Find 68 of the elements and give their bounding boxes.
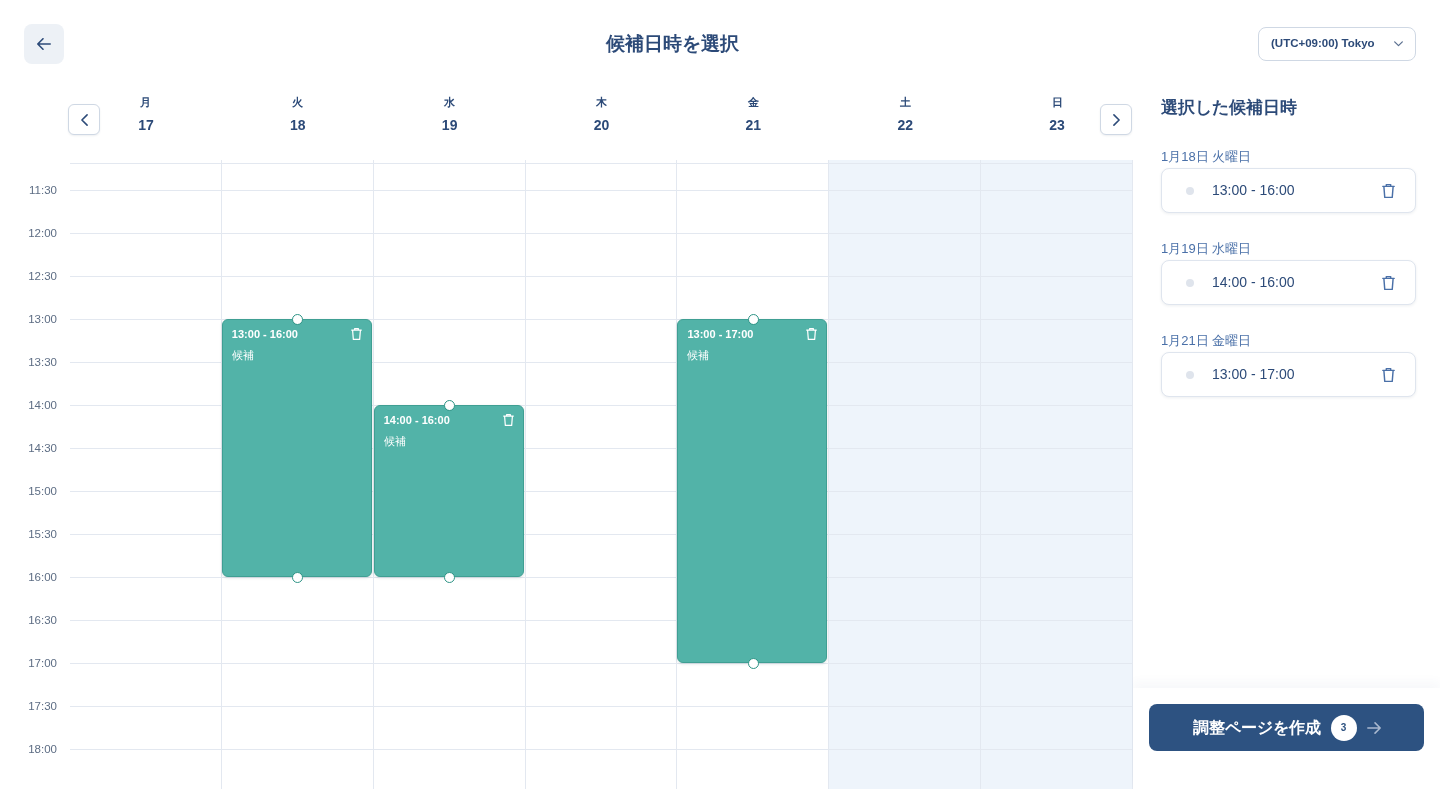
dot-icon	[1186, 186, 1194, 195]
time-label: 12:00	[28, 226, 57, 241]
event-block[interactable]: 14:00 - 16:00 候補	[373, 405, 524, 577]
chevron-left-icon	[80, 113, 88, 126]
trash-icon[interactable]	[1382, 366, 1395, 383]
event-label: 候補	[231, 348, 254, 363]
arrow-right-icon	[1366, 721, 1381, 734]
date-label: 23	[1049, 116, 1065, 134]
time-label: 17:00	[28, 656, 57, 671]
time-label: 11:30	[29, 183, 57, 198]
dot-icon	[1186, 278, 1194, 287]
date-heading: 1月19日 水曜日	[1161, 240, 1252, 258]
time-label: 14:30	[28, 441, 57, 456]
date-label: 21	[745, 116, 762, 134]
next-week-button[interactable]	[1100, 104, 1132, 135]
weekday-label: 土	[899, 95, 911, 110]
time-label: 12:30	[28, 269, 57, 284]
date-label: 20	[593, 116, 610, 134]
slot-time: 13:00 - 17:00	[1212, 365, 1296, 384]
time-label: 14:00	[28, 398, 57, 413]
date-label: 19	[441, 116, 458, 134]
count-badge: 3	[1330, 714, 1357, 741]
panel-title: 選択した候補日時	[1161, 97, 1298, 119]
back-button[interactable]	[24, 24, 64, 64]
event-label: 候補	[383, 434, 406, 449]
chevron-right-icon	[1112, 113, 1120, 126]
event-block[interactable]: 13:00 - 16:00 候補	[221, 319, 372, 577]
time-label: 13:00	[28, 312, 57, 327]
resize-handle[interactable]	[292, 314, 304, 325]
date-label: 17	[138, 116, 154, 134]
date-label: 18	[290, 116, 306, 134]
time-label: 15:30	[28, 527, 57, 542]
trash-icon[interactable]	[1382, 274, 1395, 291]
weekday-label: 日	[1051, 95, 1063, 110]
date-label: 22	[897, 116, 913, 134]
event-time: 14:00 - 16:00	[383, 413, 450, 428]
resize-handle[interactable]	[444, 572, 456, 583]
time-label: 16:30	[28, 613, 57, 628]
slot-time: 13:00 - 16:00	[1212, 181, 1296, 200]
event-label: 候補	[687, 348, 710, 363]
weekday-label: 水	[444, 95, 456, 110]
slot-time: 14:00 - 16:00	[1212, 273, 1296, 292]
resize-handle[interactable]	[747, 658, 759, 669]
arrow-left-icon	[37, 38, 51, 50]
time-label: 18:00	[28, 742, 57, 757]
time-label: 17:30	[28, 699, 57, 714]
time-label: 13:30	[28, 355, 57, 370]
event-time: 13:00 - 16:00	[231, 327, 298, 342]
time-label: 15:00	[28, 484, 57, 499]
weekday-label: 金	[747, 95, 759, 110]
time-label: 16:00	[28, 570, 57, 585]
trash-icon[interactable]	[1382, 182, 1395, 199]
weekday-label: 火	[292, 95, 304, 110]
dot-icon	[1186, 370, 1194, 379]
resize-handle[interactable]	[747, 314, 759, 325]
chevron-down-icon	[1394, 41, 1403, 47]
weekday-label: 木	[596, 95, 607, 110]
resize-handle[interactable]	[292, 572, 304, 583]
resize-handle[interactable]	[444, 400, 456, 411]
prev-week-button[interactable]	[68, 104, 100, 135]
event-block[interactable]: 13:00 - 17:00 候補	[677, 319, 828, 663]
event-time: 13:00 - 17:00	[687, 327, 754, 342]
weekday-label: 月	[140, 95, 152, 110]
page-title: 候補日時を選択	[604, 32, 739, 56]
create-button[interactable]: 調整ページを作成 3	[1149, 704, 1424, 751]
timezone-select[interactable]: (UTC+09:00) Tokyo	[1258, 27, 1416, 61]
date-heading: 1月21日 金曜日	[1161, 332, 1252, 350]
date-heading: 1月18日 火曜日	[1161, 148, 1252, 166]
